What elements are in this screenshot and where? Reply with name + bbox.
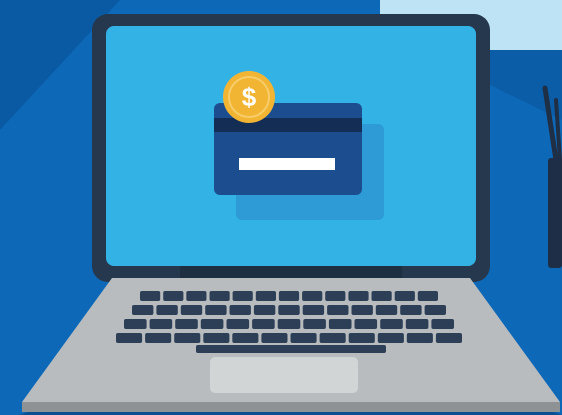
keyboard-key (435, 333, 462, 343)
keyboard-key (328, 319, 352, 329)
keyboard-key (175, 319, 198, 329)
keyboard-key (406, 333, 433, 343)
keyboard-key (400, 305, 422, 315)
keyboard-key (348, 333, 375, 343)
credit-card-stripe (214, 118, 362, 132)
keyboard-key (302, 291, 323, 301)
keyboard-key (277, 319, 301, 329)
keyboard-key (319, 333, 346, 343)
keyboard-key (375, 305, 398, 315)
keyboard-key (140, 291, 161, 301)
keyboard-key (186, 291, 207, 301)
keyboard-key (303, 319, 326, 329)
keyboard-key (229, 305, 251, 315)
keyboard-key (371, 291, 392, 301)
keyboard-key (253, 305, 276, 315)
keyboard-key (163, 291, 184, 301)
keyboard-key (200, 319, 224, 329)
keyboard-key (174, 333, 201, 343)
illustration-scene: $ (0, 0, 562, 415)
keyboard-key (354, 319, 378, 329)
keyboard-key (149, 319, 173, 329)
keyboard-key (261, 333, 288, 343)
keyboard-key (290, 333, 317, 343)
keyboard-key (351, 305, 373, 315)
keyboard-spacebar (196, 345, 386, 353)
keyboard-key (124, 319, 147, 329)
keyboard-key (348, 291, 369, 301)
keyboard-key (209, 291, 230, 301)
keyboard-key (232, 291, 253, 301)
keyboard-key (255, 291, 276, 301)
keyboard-key (302, 305, 325, 315)
keyboard-key (278, 291, 300, 301)
keyboard-key (394, 291, 415, 301)
coin-symbol: $ (242, 82, 257, 112)
keyboard-key (405, 319, 429, 329)
keyboard-key (431, 319, 454, 329)
credit-card-field (239, 158, 335, 170)
keyboard-key (205, 305, 227, 315)
keyboard-key (226, 319, 250, 329)
keyboard-key (278, 305, 300, 315)
keyboard-key (325, 291, 346, 301)
keyboard-key (145, 333, 172, 343)
keyboard-key (327, 305, 349, 315)
keyboard-key (380, 319, 403, 329)
keyboard-key (424, 305, 446, 315)
keyboard-key (203, 333, 230, 343)
touchpad (210, 357, 358, 393)
keyboard-key (132, 305, 154, 315)
keyboard-key (156, 305, 178, 315)
dollar-coin-icon: $ (223, 71, 275, 123)
keyboard-key (116, 333, 143, 343)
keyboard-key (377, 333, 404, 343)
keyboard-key (417, 291, 438, 301)
laptop-base-edge (22, 402, 560, 412)
keyboard-key (252, 319, 275, 329)
keyboard-key (180, 305, 203, 315)
keyboard-key (232, 333, 259, 343)
laptop-payment-illustration: $ (0, 0, 562, 415)
